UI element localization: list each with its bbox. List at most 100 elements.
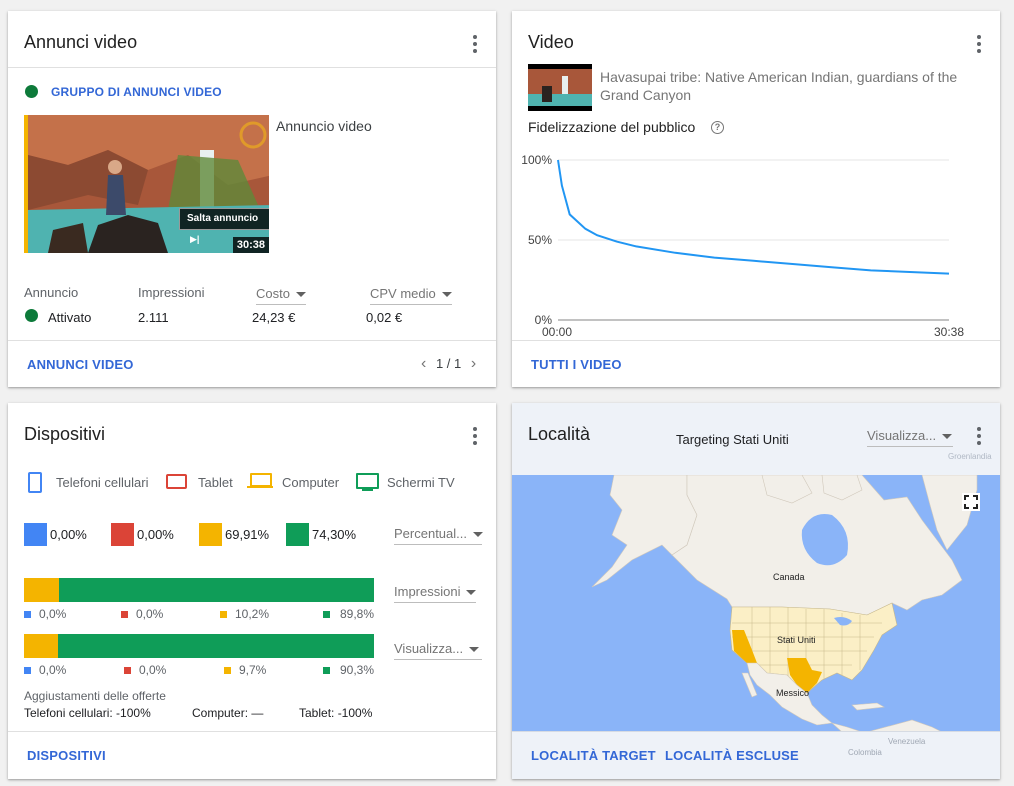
- target-locations-link[interactable]: LOCALITÀ TARGET: [531, 748, 656, 763]
- col-header-cpv[interactable]: CPV medio: [370, 286, 452, 305]
- legend-tv-label: Schermi TV: [387, 475, 455, 490]
- smartphone-icon: [28, 472, 42, 493]
- retention-chart: 100%50%0%00:00 30:38: [521, 153, 964, 339]
- imp-tv: 89,8%: [340, 607, 375, 621]
- col-header-cost[interactable]: Costo: [256, 286, 306, 305]
- percent-dropdown[interactable]: Percentual...: [394, 526, 483, 545]
- video-ad-thumbnail[interactable]: Salta annuncio ▶| 30:38: [24, 115, 269, 253]
- ad-status: Attivato: [48, 310, 92, 325]
- help-circle-icon[interactable]: ?: [711, 121, 724, 134]
- y-tick-label: 100%: [521, 153, 552, 167]
- retention-label: Fidelizzazione del pubblico: [528, 119, 696, 135]
- ads-card-title: Annunci video: [24, 32, 138, 52]
- mini-swatch-tv: [323, 667, 330, 674]
- more-vert-icon[interactable]: [976, 427, 982, 447]
- skip-icon: ▶|: [190, 234, 200, 244]
- caret-down-icon: [469, 647, 480, 653]
- pager-text: 1 / 1: [435, 356, 462, 371]
- location-card: Località Targeting Stati Uniti Visualizz…: [512, 403, 1000, 779]
- x-tick-label: 30:38: [934, 325, 964, 339]
- more-vert-icon[interactable]: [976, 35, 982, 55]
- swatch-mobile: [24, 523, 47, 546]
- more-vert-icon[interactable]: [472, 35, 478, 55]
- mini-swatch-tv: [323, 611, 330, 618]
- imp-tablet: 0,0%: [136, 607, 164, 621]
- canyon-thumb-image: [528, 64, 592, 111]
- map-label-venezuela: Venezuela: [888, 737, 926, 746]
- status-dot-icon: [25, 309, 38, 322]
- views-bar-computer: [24, 634, 58, 658]
- ad-cpv: 0,02 €: [366, 310, 403, 325]
- chevron-left-icon[interactable]: ‹: [421, 355, 426, 372]
- video-duration: 30:38: [232, 237, 269, 253]
- devices-card-title: Dispositivi: [24, 424, 106, 444]
- ad-type-label: Annuncio video: [276, 118, 372, 134]
- legend-computer-label: Computer: [282, 475, 340, 490]
- map-label-usa: Stati Uniti: [777, 635, 816, 645]
- bid-tablet: Tablet: -100%: [299, 706, 373, 720]
- skip-ad-label: Salta annuncio: [187, 213, 259, 224]
- more-vert-icon[interactable]: [472, 427, 478, 447]
- y-tick-label: 50%: [528, 233, 552, 247]
- bid-adjust-title: Aggiustamenti delle offerte: [24, 689, 166, 703]
- views-dropdown[interactable]: Visualizza...: [394, 641, 482, 660]
- swatch-computer: [199, 523, 222, 546]
- chevron-right-icon[interactable]: ›: [471, 355, 476, 372]
- col-header-impressions: Impressioni: [138, 285, 205, 300]
- pct-mobile: 0,00%: [50, 527, 87, 542]
- view-mobile: 0,0%: [39, 663, 67, 677]
- imp-mobile: 0,0%: [39, 607, 67, 621]
- legend-tablet-label: Tablet: [198, 475, 233, 490]
- excluded-locations-link[interactable]: LOCALITÀ ESCLUSE: [665, 748, 799, 763]
- all-videos-link[interactable]: TUTTI I VIDEO: [531, 357, 622, 372]
- devices-footer-link[interactable]: DISPOSITIVI: [27, 748, 106, 763]
- bid-mobile: Telefoni cellulari: -100%: [24, 706, 151, 720]
- pct-tablet: 0,00%: [137, 527, 174, 542]
- view-tv: 90,3%: [340, 663, 375, 677]
- retention-line: [557, 159, 950, 275]
- location-card-title: Località: [528, 424, 591, 444]
- swatch-tv: [286, 523, 309, 546]
- laptop-icon: [250, 473, 272, 487]
- caret-down-icon: [466, 590, 477, 596]
- location-map[interactable]: [512, 475, 1000, 732]
- pct-tv: 74,30%: [312, 527, 357, 542]
- caret-down-icon: [942, 434, 953, 440]
- legend-mobile-label: Telefoni cellulari: [56, 475, 149, 490]
- divider: [512, 731, 1000, 732]
- mini-swatch-tablet: [124, 667, 131, 674]
- video-thumbnail[interactable]: [528, 64, 592, 111]
- pct-computer: 69,91%: [225, 527, 270, 542]
- view-computer: 9,7%: [239, 663, 267, 677]
- impressions-bar-computer: [24, 578, 59, 602]
- divider: [8, 731, 496, 732]
- location-view-dropdown[interactable]: Visualizza...: [867, 428, 953, 447]
- imp-computer: 10,2%: [235, 607, 270, 621]
- devices-card: Dispositivi Telefoni cellulari Tablet Co…: [8, 403, 496, 779]
- impressions-dropdown[interactable]: Impressioni: [394, 584, 477, 603]
- canyon-scene-image: [28, 115, 269, 253]
- status-dot-icon: [25, 85, 38, 98]
- video-title-link[interactable]: Havasupai tribe: Native American Indian,…: [600, 68, 990, 104]
- divider: [8, 67, 496, 68]
- ads-footer-link[interactable]: ANNUNCI VIDEO: [27, 357, 134, 372]
- map-label-colombia: Colombia: [848, 748, 882, 757]
- ad-group-link[interactable]: GRUPPO DI ANNUNCI VIDEO: [51, 85, 222, 99]
- pager: ‹ 1 / 1 ›: [421, 355, 476, 373]
- ad-cost: 24,23 €: [252, 310, 296, 325]
- swatch-tablet: [111, 523, 134, 546]
- video-card-title: Video: [528, 32, 574, 52]
- map-label-canada: Canada: [773, 572, 805, 582]
- map-label-greenland: Groenlandia: [948, 452, 992, 461]
- views-bar-tv: [58, 634, 374, 658]
- caret-down-icon: [295, 292, 306, 298]
- divider: [512, 340, 1000, 341]
- fullscreen-icon[interactable]: [962, 493, 980, 511]
- tv-icon: [356, 473, 379, 489]
- caret-down-icon: [473, 532, 483, 538]
- mini-swatch-computer: [224, 667, 231, 674]
- ad-impressions: 2.111: [138, 310, 169, 325]
- divider: [8, 340, 496, 341]
- ads-card: Annunci video GRUPPO DI ANNUNCI VIDEO Sa…: [8, 11, 496, 387]
- skip-ad-button[interactable]: Salta annuncio ▶|: [179, 208, 269, 244]
